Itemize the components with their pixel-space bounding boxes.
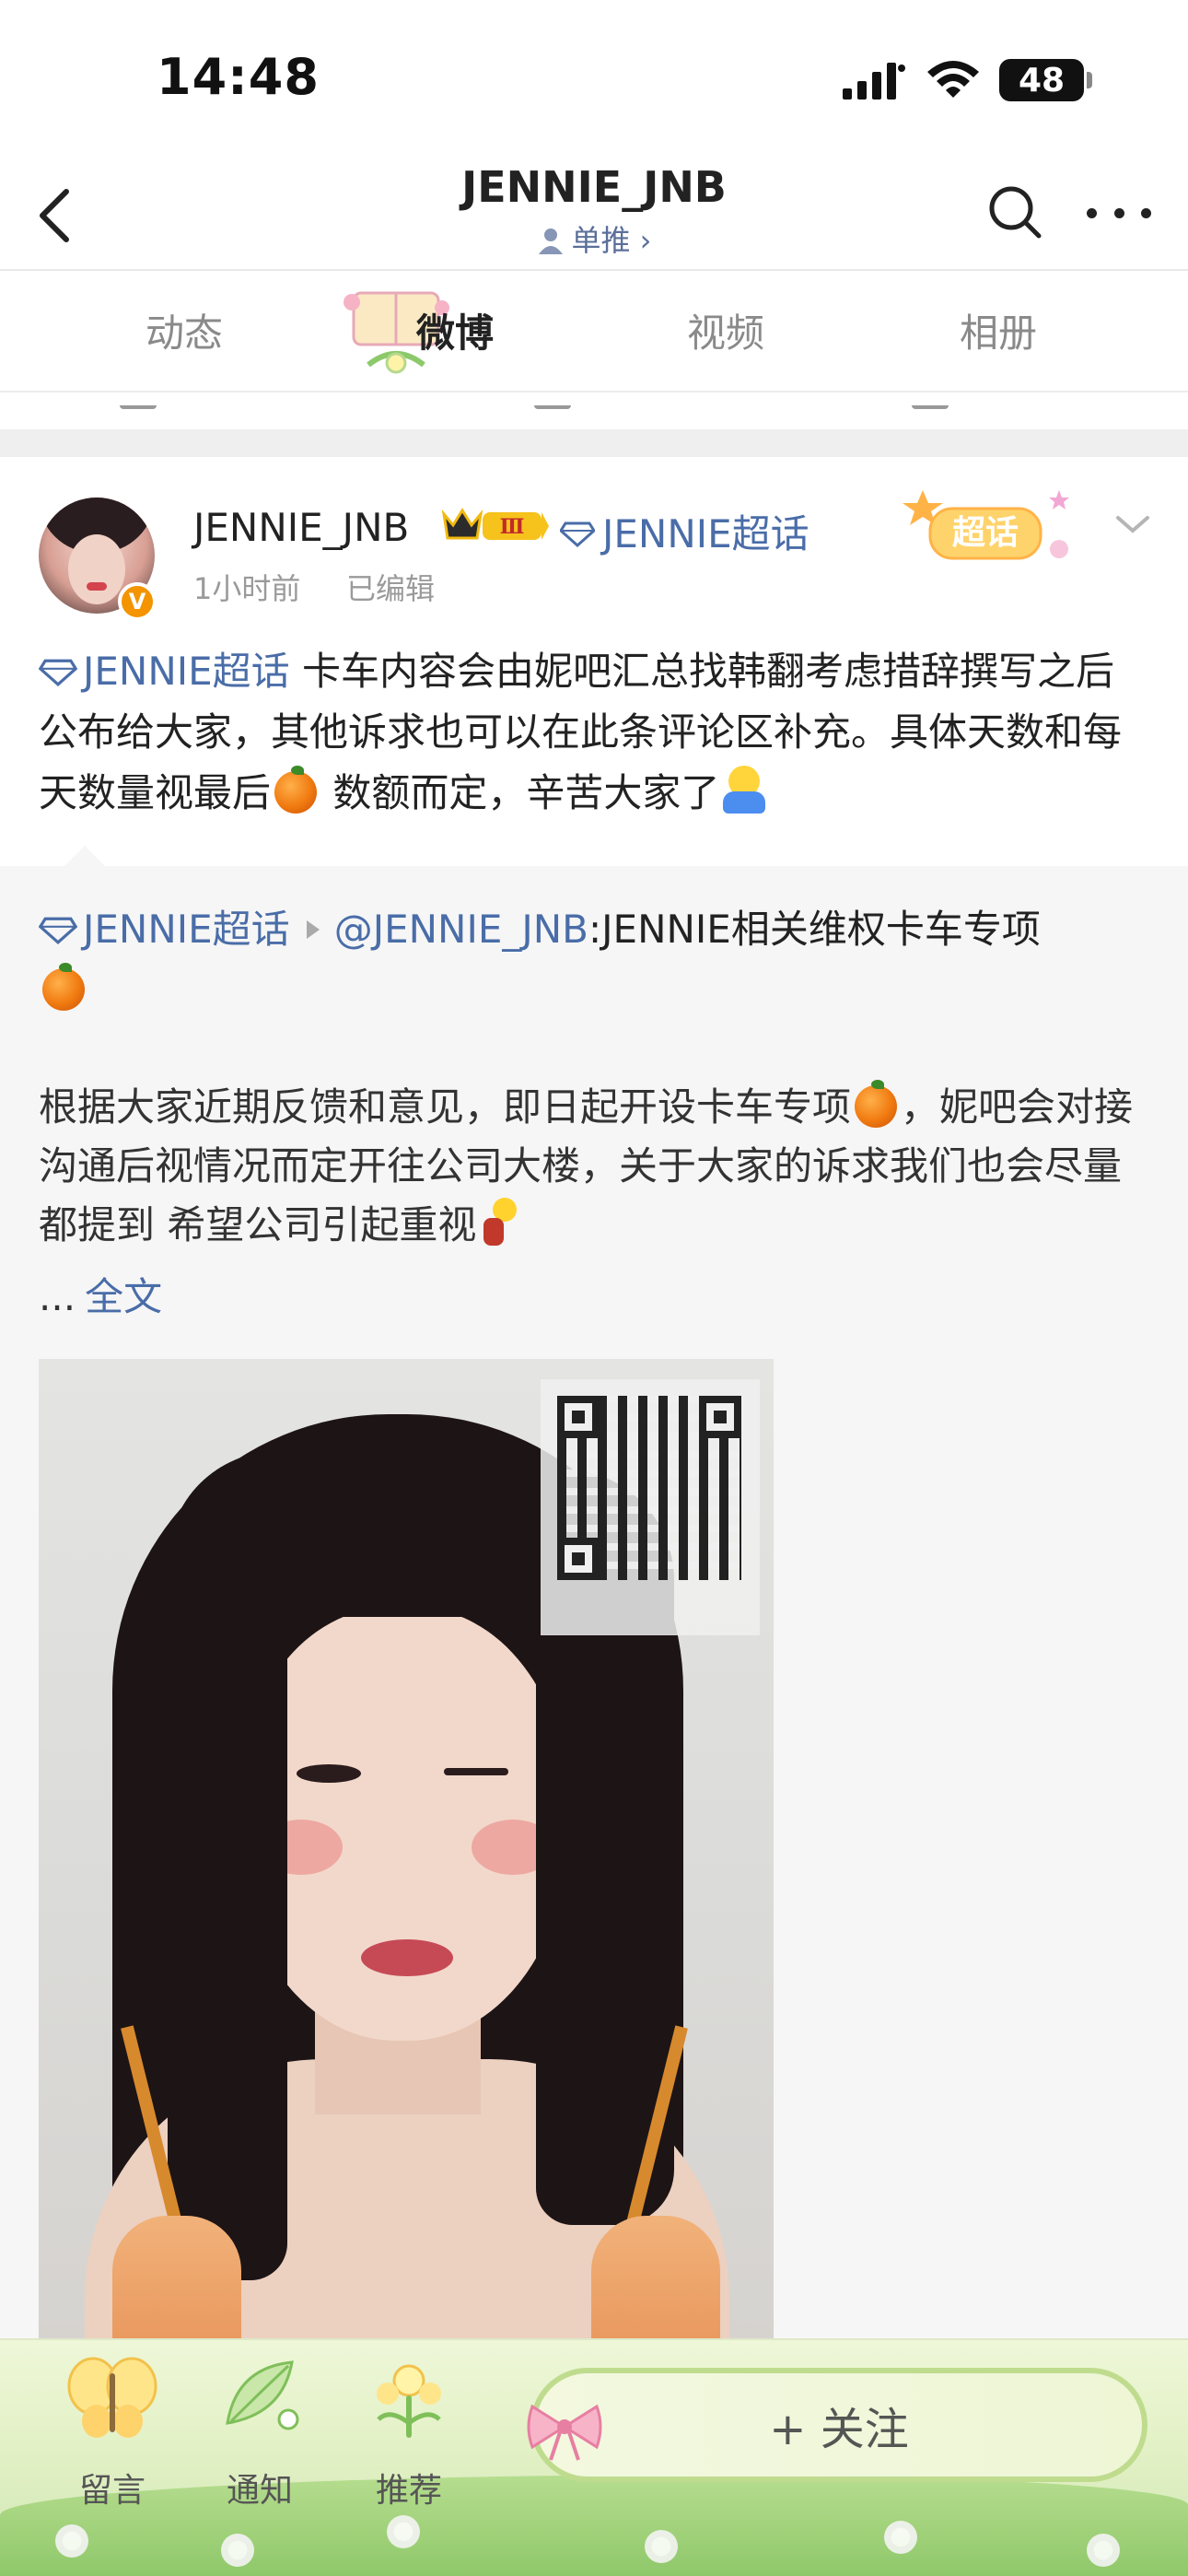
repost-title: :JENNIE相关维权卡车专项 <box>588 907 1041 952</box>
verified-badge-icon: V <box>118 582 157 621</box>
section-divider <box>0 429 1188 457</box>
comment-button[interactable]: 留言 <box>57 2349 168 2534</box>
inline-topic-link[interactable]: JENNIE超话 <box>39 649 290 694</box>
leaf-bell-notify-icon <box>226 2360 299 2430</box>
profile-tabs: 动态 微博 视频 相册 <box>0 273 1188 392</box>
repost-header: JENNIE超话 @JENNIE_JNB:JENNIE相关维权卡车专项 <box>39 899 1153 1021</box>
battery-cap <box>1087 72 1092 88</box>
post-text-part2: 数额而定，辛苦大家了 <box>320 770 720 815</box>
repost-body: 根据大家近期反馈和意见，即日起开设卡车专项 ，妮吧会对接沟通后视情况而定开往公司大… <box>39 1078 1153 1255</box>
repost-topic-link[interactable]: JENNIE超话 <box>39 907 290 952</box>
butterfly-comment-icon <box>67 2357 157 2438</box>
post-time: 1小时前 <box>193 571 301 606</box>
bow-decoration-icon <box>527 2404 602 2461</box>
more-options-icon[interactable] <box>1087 190 1151 236</box>
diamond-topic-icon <box>560 521 595 547</box>
orange-emoji-icon <box>274 766 318 814</box>
topic-link[interactable]: JENNIE超话 <box>560 503 809 559</box>
hug-emoji-icon <box>719 766 769 815</box>
bottom-action-bar: 留言 通知 推荐 + 关注 <box>0 2338 1188 2576</box>
status-time: 14:48 <box>157 48 320 106</box>
recommend-button[interactable]: 推荐 <box>354 2349 464 2534</box>
post-card[interactable]: V JENNIE_JNB Ⅲ JENNIE超话 超话 1小时前 已编辑 JENN… <box>0 457 1188 866</box>
crown-level-badge-icon: Ⅲ <box>441 508 549 540</box>
triangle-right-icon <box>306 920 320 939</box>
tab-videos[interactable]: 视频 <box>687 302 764 358</box>
topic-label: JENNIE超话 <box>602 511 809 556</box>
wifi-icon <box>927 61 979 98</box>
chevron-down-icon[interactable] <box>1112 510 1153 538</box>
battery-icon: 48 <box>999 59 1084 101</box>
cellular-signal-icon <box>843 63 905 100</box>
post-photo[interactable] <box>39 1359 774 2340</box>
recommend-label: 推荐 <box>375 2472 442 2510</box>
repost-card[interactable]: JENNIE超话 @JENNIE_JNB:JENNIE相关维权卡车专项 根据大家近… <box>0 846 1188 2340</box>
single-fan-label: 单推 › <box>571 223 652 258</box>
full-text-link[interactable]: ... 全文 <box>39 1266 162 1322</box>
comment-label: 留言 <box>78 2472 146 2510</box>
svg-text:Ⅲ: Ⅲ <box>500 515 525 539</box>
author-name[interactable]: JENNIE_JNB <box>193 505 409 550</box>
nav-bar: JENNIE_JNB 单推 › <box>0 157 1188 271</box>
orange-emoji-icon <box>42 963 85 1011</box>
super-topic-badge-icon[interactable]: 超话 <box>903 481 1077 573</box>
search-icon[interactable] <box>985 182 1044 241</box>
diamond-topic-icon <box>39 659 77 686</box>
repost-mention-link[interactable]: @JENNIE_JNB <box>334 907 588 952</box>
status-bar: 14:48 48 <box>0 0 1188 157</box>
tab-weibo[interactable]: 微博 <box>416 302 494 358</box>
tab-dynamics[interactable]: 动态 <box>146 302 223 358</box>
repost-notch <box>64 846 105 866</box>
follow-button[interactable]: + 关注 <box>530 2368 1147 2482</box>
repost-body-part1: 根据大家近期反馈和意见，即日起开设卡车专项 <box>39 1084 852 1130</box>
svg-text:超话: 超话 <box>952 514 1019 552</box>
orange-emoji-icon <box>855 1080 898 1128</box>
flower-recommend-icon <box>377 2364 441 2438</box>
diamond-topic-icon <box>39 917 77 944</box>
notify-label: 通知 <box>226 2472 293 2510</box>
person-icon <box>538 228 563 254</box>
qr-code-watermark <box>541 1379 760 1635</box>
ellipsis: ... <box>39 1274 76 1319</box>
grass-decoration <box>0 2475 1188 2576</box>
clipped-action-row <box>0 392 1188 429</box>
notify-button[interactable]: 通知 <box>204 2349 315 2534</box>
tab-albums[interactable]: 相册 <box>960 302 1037 358</box>
post-edited-tag: 已编辑 <box>346 571 436 606</box>
bulb-emoji-icon <box>476 1198 520 1247</box>
post-body: JENNIE超话 卡车内容会由妮吧汇总找韩翻考虑措辞撰写之后公布给大家，其他诉求… <box>39 641 1153 824</box>
full-text-label: 全文 <box>85 1274 163 1319</box>
